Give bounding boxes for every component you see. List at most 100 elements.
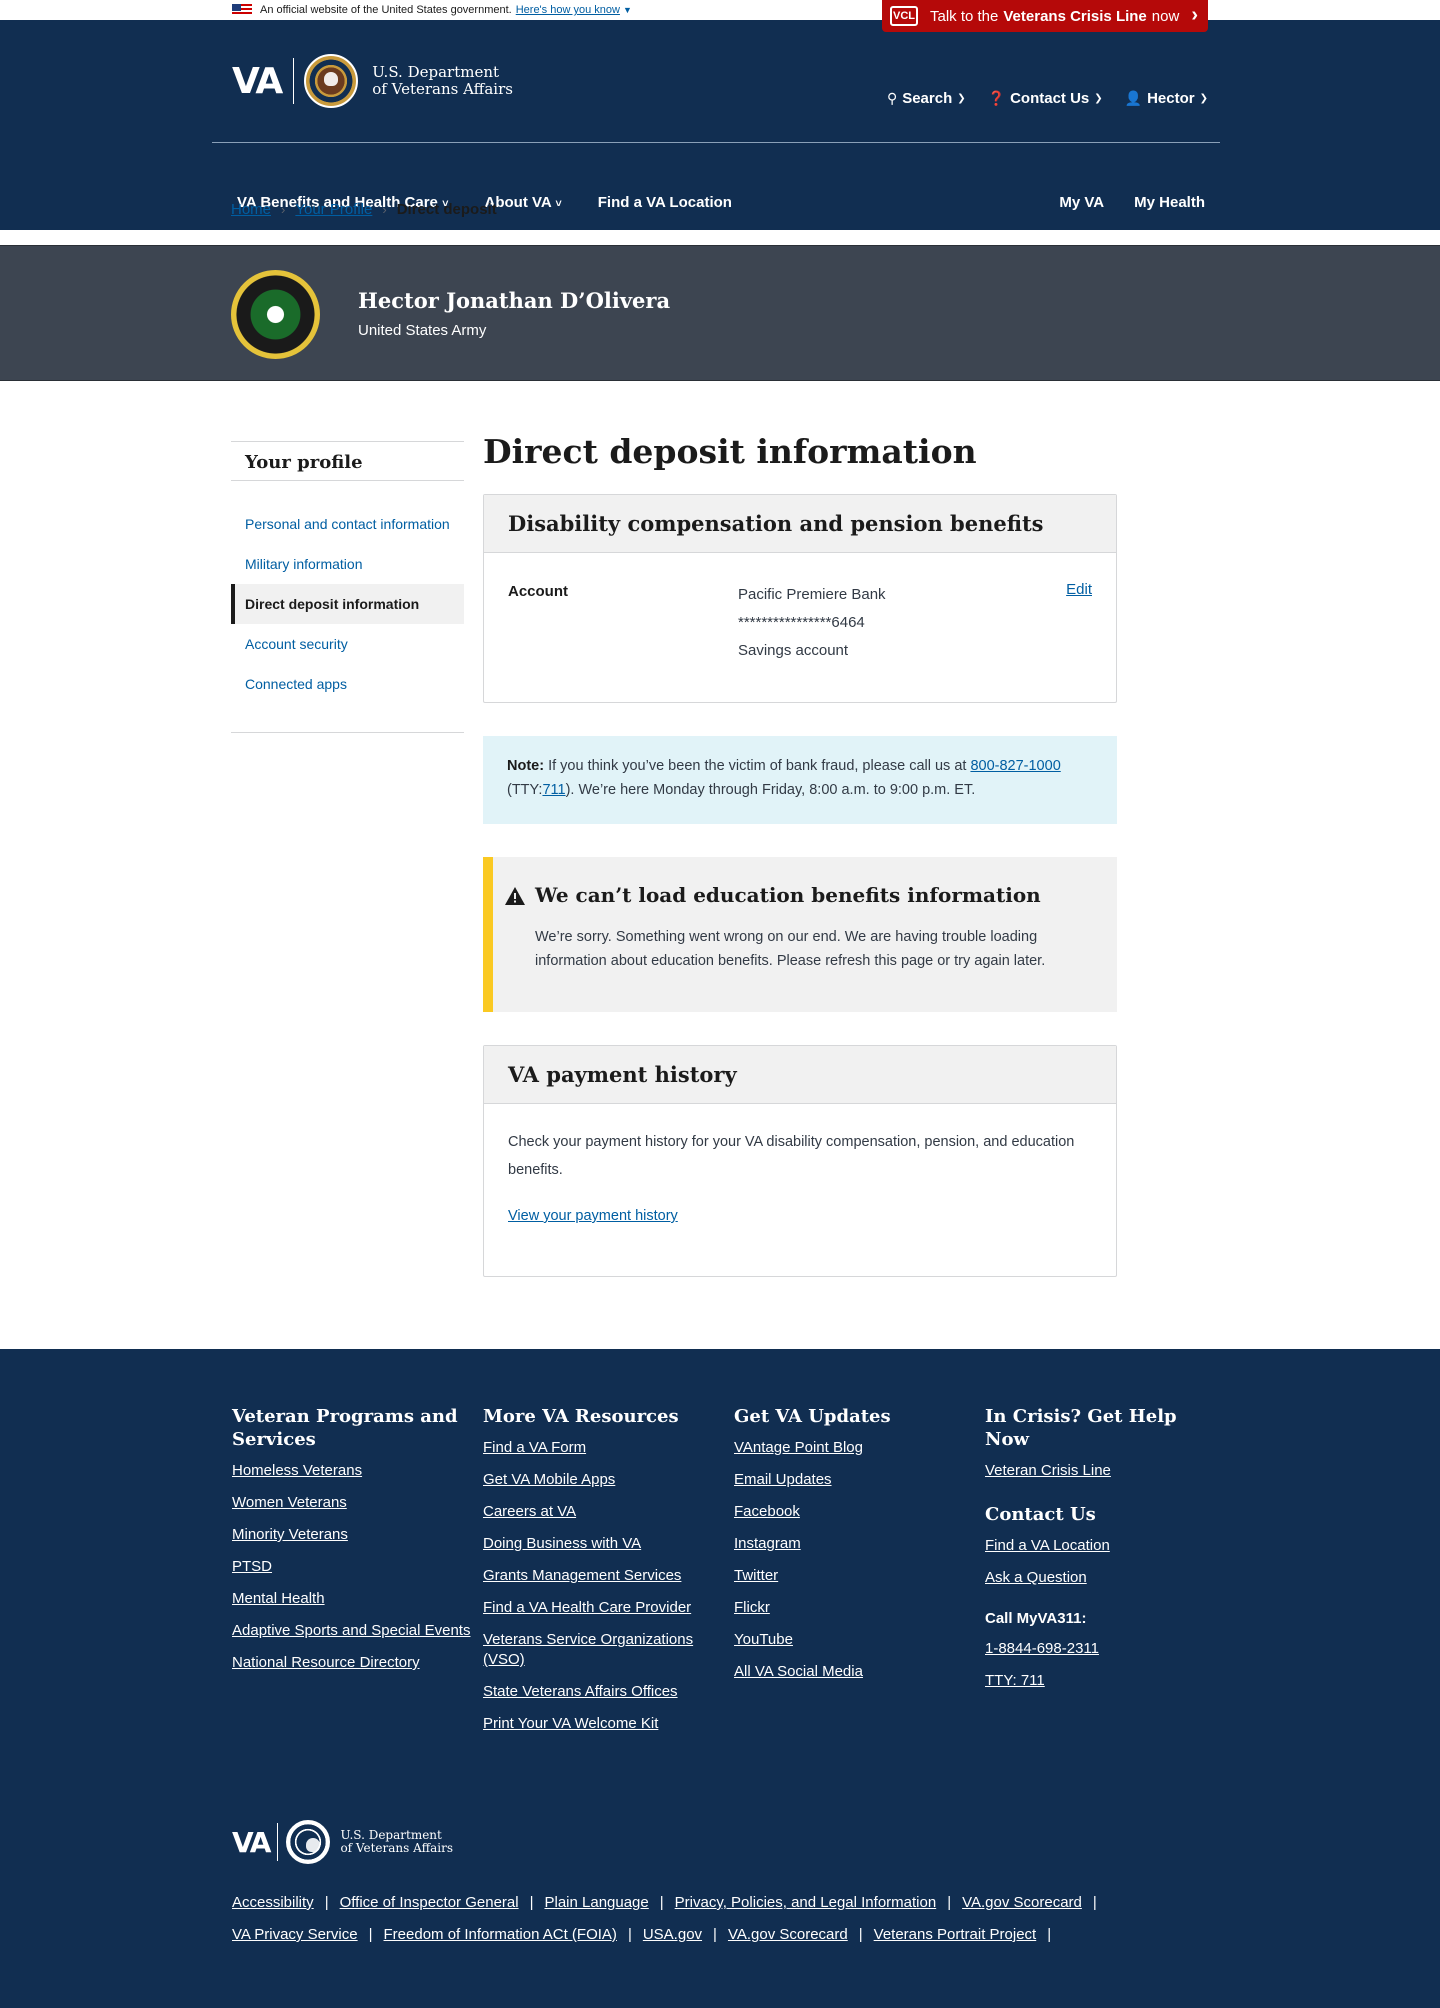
us-flag-icon: [232, 4, 252, 16]
va-seal-icon: [304, 54, 359, 108]
footer-link[interactable]: Find a VA Health Care Provider: [483, 1598, 713, 1618]
sidenav-title: Your profile: [231, 441, 464, 481]
footer-col-resources: More VA Resources Find a VA Form Get VA …: [483, 1405, 713, 1746]
profile-name: Hector Jonathan D’Olivera: [358, 288, 671, 313]
nav-my-health[interactable]: My Health: [1134, 194, 1205, 211]
sidenav-item-account-security[interactable]: Account security: [231, 624, 464, 664]
sidenav-item-direct-deposit[interactable]: Direct deposit information: [231, 584, 464, 624]
crisis-prefix: Talk to the: [930, 7, 999, 25]
chevron-down-icon: ❯: [957, 93, 966, 104]
footer-link[interactable]: State Veterans Affairs Offices: [483, 1682, 713, 1702]
account-type: Savings account: [738, 642, 849, 659]
footer-link[interactable]: Find a VA Form: [483, 1438, 713, 1458]
footer-bottom-link[interactable]: Freedom of Information ACt (FOIA): [384, 1926, 617, 1943]
nav-find-location[interactable]: Find a VA Location: [598, 194, 732, 211]
crisis-suffix: now: [1151, 7, 1180, 25]
va-logo[interactable]: VA U.S. Department of Veterans Affairs: [232, 54, 513, 108]
footer-link[interactable]: Mental Health: [232, 1589, 472, 1609]
help-icon: ❓: [987, 90, 1006, 106]
site-header: VA U.S. Department of Veterans Affairs ⚲…: [0, 20, 1440, 175]
crisis-line-icon: VCL: [890, 6, 918, 26]
department-name: U.S. Department of Veterans Affairs: [372, 63, 513, 98]
footer-link[interactable]: National Resource Directory: [232, 1653, 472, 1673]
payment-history-card: VA payment history Check your payment hi…: [483, 1045, 1117, 1277]
footer-bottom-link[interactable]: Accessibility: [232, 1894, 314, 1911]
footer-bottom-link[interactable]: VA.gov Scorecard: [962, 1894, 1082, 1911]
footer-link[interactable]: Get VA Mobile Apps: [483, 1470, 713, 1490]
user-menu-button[interactable]: 👤 Hector ❯: [1125, 90, 1208, 107]
footer-link[interactable]: Minority Veterans: [232, 1525, 472, 1545]
footer-bottom-link[interactable]: VA Privacy Service: [232, 1926, 358, 1943]
footer-link[interactable]: Facebook: [734, 1502, 974, 1522]
gov-banner-text: An official website of the United States…: [260, 4, 512, 16]
footer-link[interactable]: Women Veterans: [232, 1493, 472, 1513]
footer-link[interactable]: Email Updates: [734, 1470, 974, 1490]
footer-link[interactable]: All VA Social Media: [734, 1662, 974, 1682]
chevron-down-icon: ▼: [622, 5, 632, 15]
footer-bottom-link[interactable]: Office of Inspector General: [340, 1894, 519, 1911]
sidenav-item-personal-contact[interactable]: Personal and contact information: [231, 504, 464, 544]
search-icon: ⚲: [886, 90, 898, 106]
search-button[interactable]: ⚲ Search ❯: [887, 90, 966, 107]
payment-history-text: Check your payment history for your VA d…: [508, 1134, 1075, 1178]
view-payment-history-link[interactable]: View your payment history: [508, 1202, 678, 1230]
footer-link[interactable]: Print Your VA Welcome Kit: [483, 1714, 713, 1734]
main-nav: VA Benefits and Health Care ˅ About VA ˅…: [0, 175, 1440, 230]
footer-link[interactable]: Doing Business with VA: [483, 1534, 713, 1554]
breadcrumb: Home › Your Profile › Direct deposit: [231, 201, 497, 218]
payment-history-title: VA payment history: [484, 1046, 1116, 1104]
footer-phone-link[interactable]: 1-8844-698-2311: [985, 1639, 1225, 1659]
footer-bottom-link[interactable]: Veterans Portrait Project: [874, 1926, 1037, 1943]
warning-icon: [505, 887, 525, 905]
footer-link[interactable]: Veterans Service Organizations (VSO): [483, 1630, 713, 1670]
footer-bottom-link[interactable]: Privacy, Policies, and Legal Information: [675, 1894, 937, 1911]
chevron-down-icon: ❯: [1094, 93, 1103, 104]
footer-col-updates: Get VA Updates VAntage Point Blog Email …: [734, 1405, 974, 1694]
footer-tty-link[interactable]: TTY: 711: [985, 1671, 1225, 1691]
alert-title: We can’t load education benefits informa…: [535, 883, 1041, 907]
crisis-line-button[interactable]: VCL Talk to the Veterans Crisis Line now…: [882, 0, 1208, 32]
call-label: Call MyVA311:: [985, 1610, 1087, 1627]
chevron-down-icon: ❯: [1199, 93, 1208, 104]
account-number: ****************6464: [738, 614, 865, 631]
sidenav-item-connected-apps[interactable]: Connected apps: [231, 664, 464, 704]
breadcrumb-home[interactable]: Home: [231, 201, 271, 218]
footer-link[interactable]: YouTube: [734, 1630, 974, 1650]
footer-bottom-link[interactable]: Plain Language: [544, 1894, 648, 1911]
footer-link[interactable]: Careers at VA: [483, 1502, 713, 1522]
service-branch: United States Army: [358, 322, 487, 339]
breadcrumb-your-profile[interactable]: Your Profile: [295, 201, 372, 218]
footer-link[interactable]: Instagram: [734, 1534, 974, 1554]
tty-link[interactable]: 711: [542, 782, 565, 798]
nav-my-va[interactable]: My VA: [1059, 194, 1104, 211]
footer-link[interactable]: Flickr: [734, 1598, 974, 1618]
footer-link[interactable]: VAntage Point Blog: [734, 1438, 974, 1458]
footer-bottom-link[interactable]: VA.gov Scorecard: [728, 1926, 848, 1943]
fraud-phone-link[interactable]: 800-827-1000: [970, 758, 1060, 774]
footer-link[interactable]: Grants Management Services: [483, 1566, 713, 1586]
education-warning-alert: We can’t load education benefits informa…: [483, 857, 1117, 1012]
alert-body: We’re sorry. Something went wrong on our…: [535, 929, 1046, 969]
army-seal-icon: [231, 270, 320, 359]
footer-link[interactable]: Twitter: [734, 1566, 974, 1586]
footer-link[interactable]: Ask a Question: [985, 1568, 1225, 1588]
edit-account-button[interactable]: Edit: [1066, 581, 1092, 598]
account-label: Account: [508, 583, 568, 600]
footer-link[interactable]: PTSD: [232, 1557, 472, 1577]
footer-col-crisis: In Crisis? Get Help Now Veteran Crisis L…: [985, 1405, 1225, 1703]
footer-crisis-link[interactable]: Veteran Crisis Line: [985, 1461, 1225, 1481]
bank-name: Pacific Premiere Bank: [738, 586, 886, 603]
chevron-right-icon: ›: [1191, 4, 1198, 26]
footer-bottom-link[interactable]: USA.gov: [643, 1926, 702, 1943]
footer-link[interactable]: Adaptive Sports and Special Events: [232, 1621, 472, 1641]
footer-va-logo[interactable]: VA U.S. Department of Veterans Affairs: [232, 1820, 453, 1864]
footer-col-programs: Veteran Programs and Services Homeless V…: [232, 1406, 472, 1673]
crisis-bold: Veterans Crisis Line: [1003, 7, 1147, 25]
how-you-know-link[interactable]: Here's how you know: [516, 4, 620, 16]
footer-link[interactable]: Homeless Veterans: [232, 1461, 472, 1481]
footer-link[interactable]: Find a VA Location: [985, 1536, 1225, 1556]
sidenav-item-military[interactable]: Military information: [231, 544, 464, 584]
fraud-note: Note: If you think you’ve been the victi…: [483, 736, 1117, 824]
breadcrumb-current: Direct deposit: [396, 201, 497, 218]
contact-us-button[interactable]: ❓ Contact Us ❯: [988, 90, 1103, 107]
